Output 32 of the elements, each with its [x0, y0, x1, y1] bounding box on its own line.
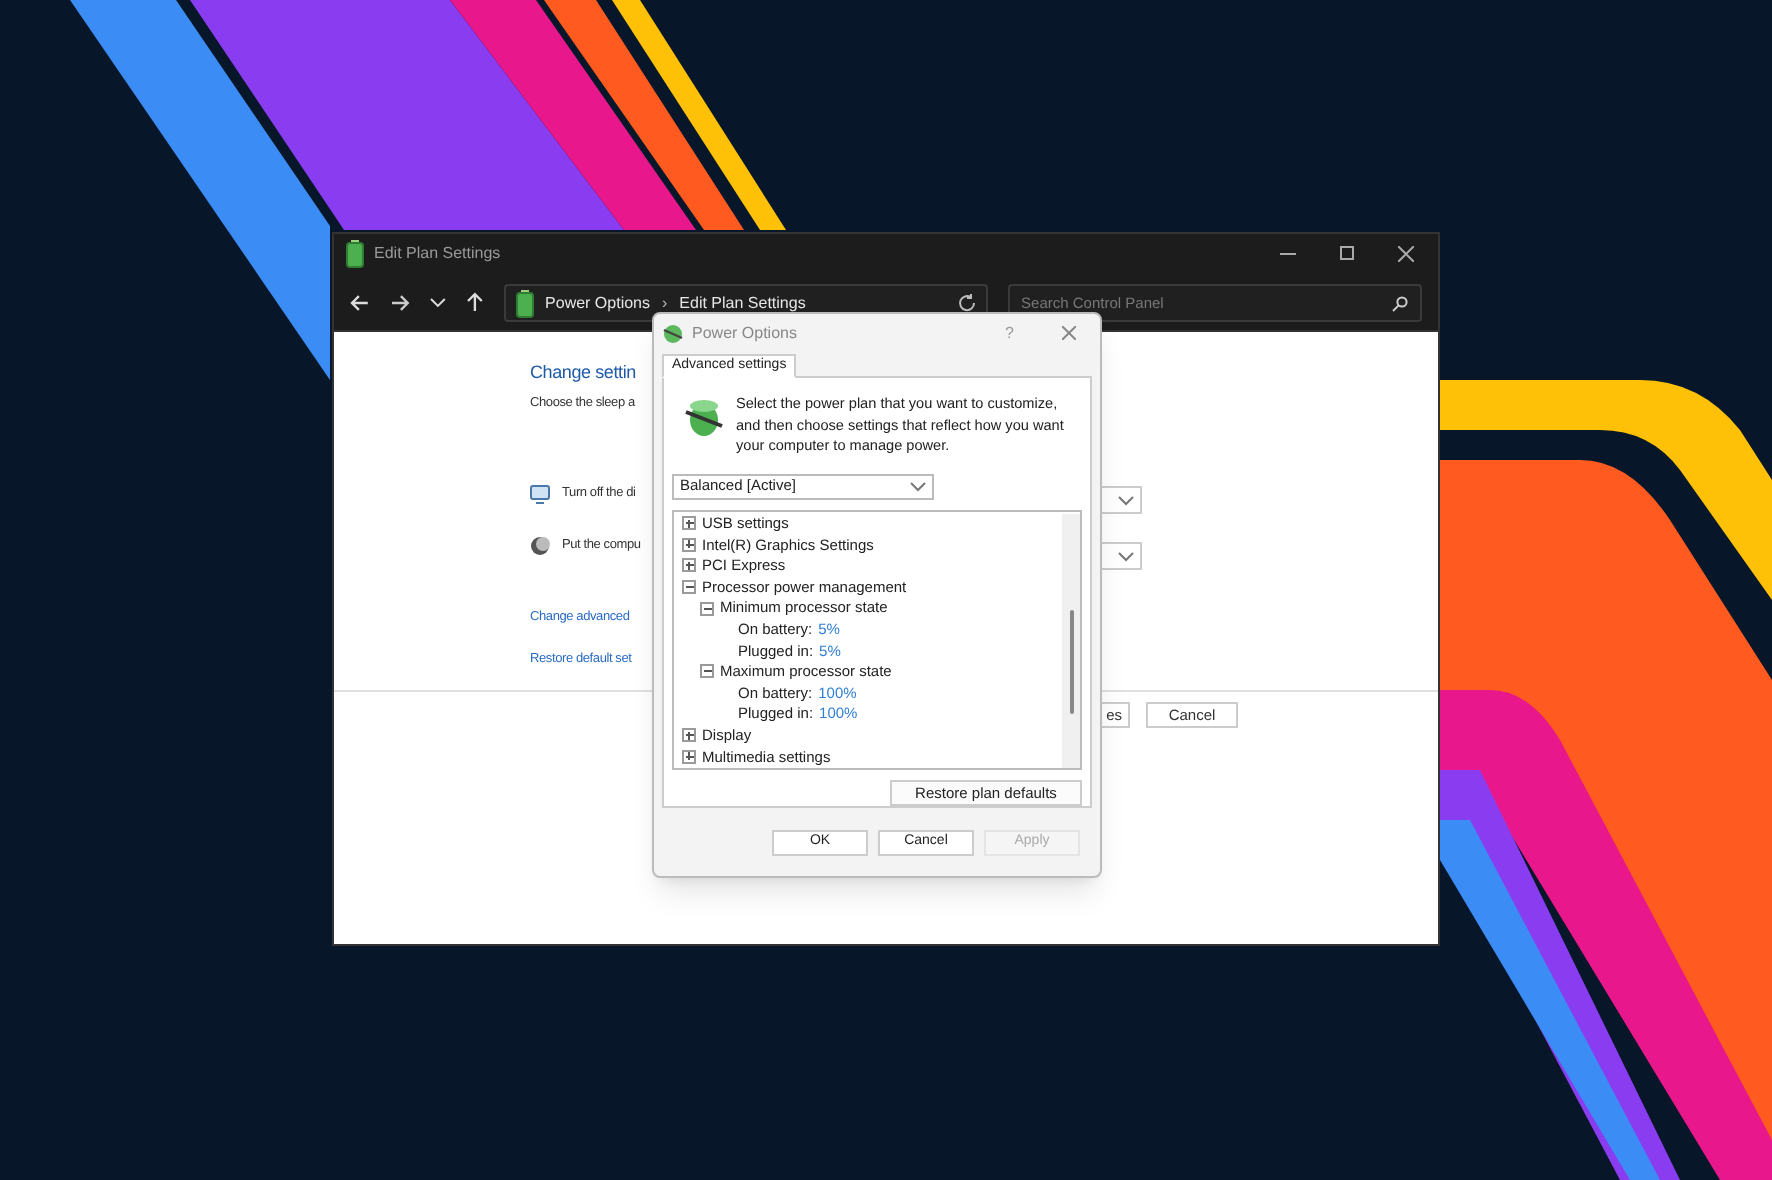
breadcrumb-item[interactable]: Edit Plan Settings	[679, 291, 806, 315]
power-plan-icon	[684, 394, 724, 438]
expand-toggle[interactable]	[682, 749, 696, 764]
battery-icon	[346, 239, 364, 267]
dropdown-icon	[429, 298, 446, 308]
power-plan-icon	[662, 322, 684, 344]
monitor-icon	[530, 484, 550, 505]
expand-toggle[interactable]	[682, 537, 696, 552]
maximize-icon[interactable]	[1340, 246, 1354, 260]
expand-toggle[interactable]	[682, 728, 696, 743]
collapse-toggle[interactable]	[682, 580, 696, 595]
page-heading: Change settin	[530, 360, 636, 386]
breadcrumb-item[interactable]: Power Options	[545, 291, 650, 315]
window-title: Edit Plan Settings	[374, 241, 501, 265]
collapse-toggle[interactable]	[700, 601, 714, 616]
expand-toggle[interactable]	[682, 558, 696, 573]
breadcrumb-separator: ›	[662, 291, 668, 315]
refresh-icon[interactable]	[957, 294, 976, 312]
up-icon[interactable]	[465, 292, 484, 312]
back-icon[interactable]	[350, 294, 370, 312]
battery-icon	[515, 289, 534, 317]
chevron-icon	[910, 481, 926, 491]
forward-icon[interactable]	[389, 294, 410, 312]
collapse-toggle[interactable]	[700, 664, 714, 679]
scrollbar-thumb[interactable]	[1069, 609, 1073, 713]
chevron-icon	[1118, 551, 1134, 561]
dialog-title: Power Options	[692, 321, 797, 345]
search-icon	[1392, 295, 1408, 311]
moon-icon	[530, 536, 550, 557]
expand-toggle[interactable]	[682, 516, 696, 531]
close-icon[interactable]	[1398, 245, 1414, 261]
chevron-icon	[1118, 495, 1134, 505]
